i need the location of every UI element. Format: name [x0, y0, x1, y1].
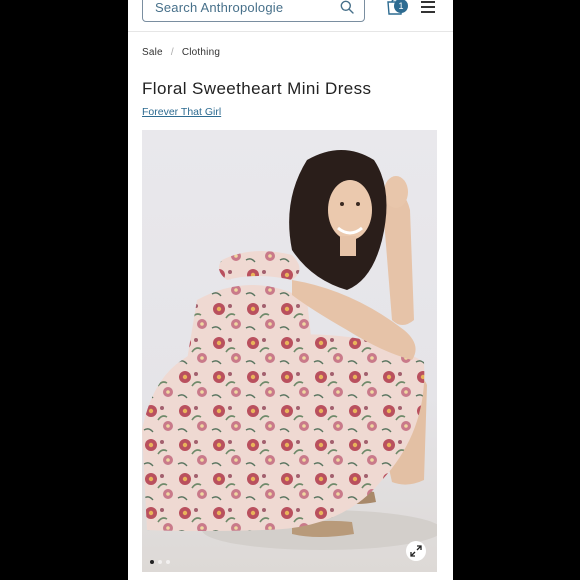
breadcrumb: Sale / Clothing: [142, 47, 220, 58]
carousel-dot[interactable]: [166, 560, 170, 564]
product-image[interactable]: [142, 130, 437, 572]
product-page: Search Anthropologie 1 Sale / Clothing Flo…: [128, 0, 453, 580]
brand-link[interactable]: Forever That Girl: [142, 106, 221, 118]
site-header: Search Anthropologie 1: [128, 0, 453, 32]
search-placeholder: Search Anthropologie: [155, 0, 284, 15]
carousel-dot[interactable]: [158, 560, 162, 564]
model-photo: [142, 150, 437, 550]
hamburger-menu-icon[interactable]: [421, 1, 435, 13]
search-input[interactable]: Search Anthropologie: [142, 0, 365, 22]
carousel-dots: [150, 560, 170, 564]
breadcrumb-clothing[interactable]: Clothing: [182, 47, 220, 58]
breadcrumb-sale[interactable]: Sale: [142, 47, 163, 58]
product-title: Floral Sweetheart Mini Dress: [142, 79, 372, 98]
breadcrumb-separator: /: [170, 47, 174, 58]
expand-icon[interactable]: [406, 541, 426, 561]
search-icon[interactable]: [340, 0, 354, 14]
carousel-dot[interactable]: [150, 560, 154, 564]
